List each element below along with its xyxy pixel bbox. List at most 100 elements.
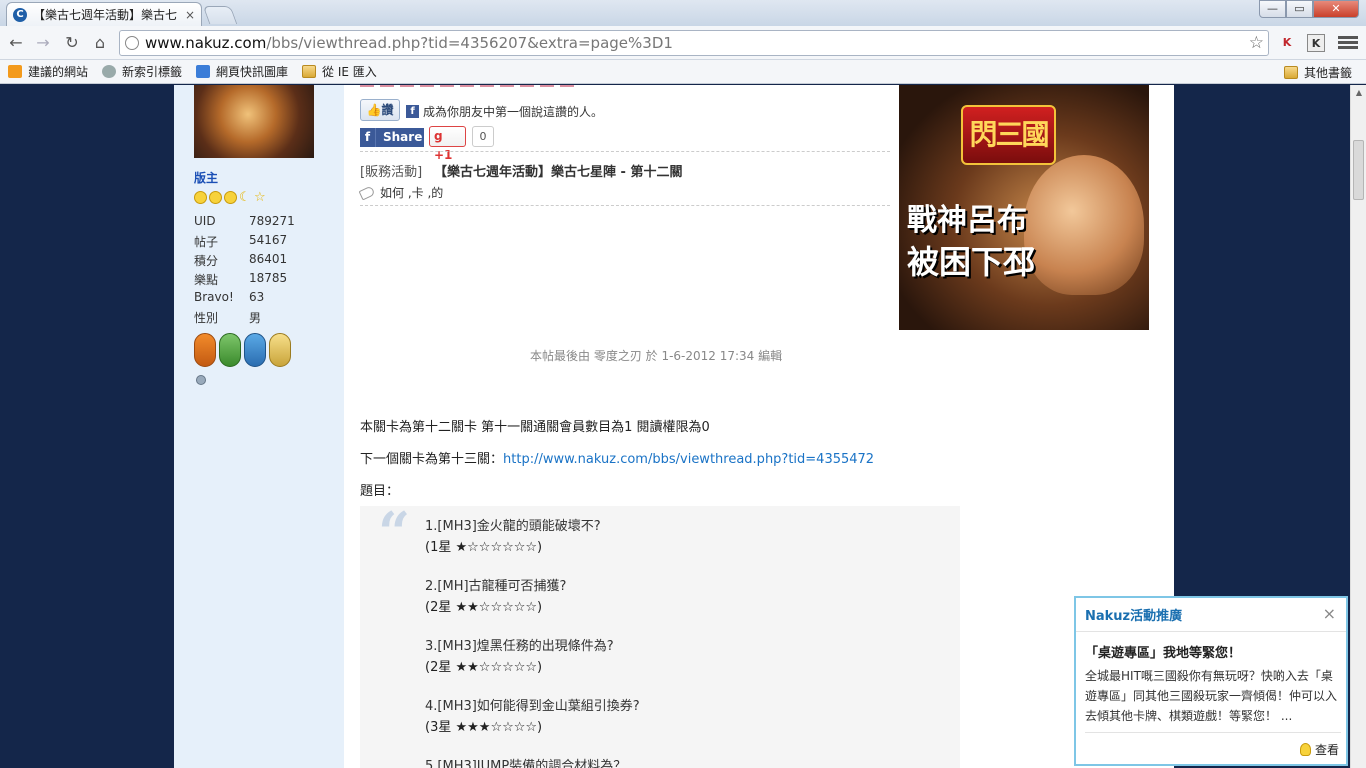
share-icon[interactable]	[540, 85, 554, 87]
popup-body: 全城最HIT嘅三國殺你有無玩呀？快啲入去「桌遊專區」同其他三國殺玩家一齊傾偈！仲…	[1085, 669, 1338, 723]
stat-value: 86401	[249, 252, 288, 266]
active-tab[interactable]: C 【樂古七週年活動】樂古七 ×	[6, 2, 202, 26]
medal-icon[interactable]	[269, 333, 291, 367]
bookmark-webslice[interactable]: 網頁快訊圖庫	[196, 63, 288, 80]
thread-title: 【樂古七週年活動】樂古七星陣 - 第十二關	[434, 165, 683, 180]
tab-close-icon[interactable]: ×	[185, 8, 195, 22]
stat-row: 性別 男	[194, 309, 295, 328]
question-text: 4.[MH3]如何能得到金山葉組引換券?	[425, 699, 640, 714]
share-icon[interactable]	[560, 85, 574, 87]
tag-icon	[358, 185, 376, 200]
stat-row: 積分 86401	[194, 252, 295, 271]
share-icons-strip	[360, 85, 890, 89]
stat-value: 18785	[249, 271, 288, 285]
browser-toolbar: ← → ↻ ⌂ www.nakuz.com/bbs/viewthread.php…	[0, 26, 1366, 60]
game-ad-banner[interactable]: 閃三國 戰神呂布 被困下邳	[899, 85, 1149, 330]
smiley-icon	[209, 191, 222, 204]
popup-title[interactable]: 「桌遊專區」我地等緊您！	[1085, 642, 1241, 661]
bookmark-suggested[interactable]: 建議的網站	[8, 63, 88, 80]
ad-headline-2: 被困下邳	[907, 243, 1036, 281]
stat-value: 男	[249, 311, 262, 325]
edit-note: 本帖最後由 零度之刃 於 1-6-2012 17:34 編輯	[530, 349, 783, 363]
forward-arrow-icon[interactable]: →	[32, 32, 54, 54]
avatar[interactable]	[194, 85, 314, 158]
reload-icon[interactable]: ↻	[61, 32, 83, 54]
tag-list[interactable]: 如何 ,卡 ,的	[380, 184, 443, 201]
kaspersky-extension-icon[interactable]: K	[1278, 34, 1296, 52]
question-difficulty: (2星 ★★☆☆☆☆☆)	[425, 600, 543, 615]
forum-content: 版主 ☾ ☆ UID 789271 帖子 54167 積分 86401 樂點 18785…	[174, 85, 1174, 768]
question-quote-block: “ 1.[MH3]金火龍的頭能破壞不? (1星 ★☆☆☆☆☆☆) 2.[MH]古龍…	[360, 500, 960, 768]
extension-k-icon[interactable]: K	[1307, 34, 1325, 52]
facebook-icon: f	[406, 105, 419, 118]
ad-logo: 閃三國	[961, 105, 1056, 165]
share-icon[interactable]	[440, 85, 454, 87]
thread-category[interactable]: [販務活動]	[360, 161, 422, 180]
tab-title: 【樂古七週年活動】樂古七	[33, 8, 178, 22]
scroll-up-arrow-icon[interactable]: ▲	[1351, 85, 1366, 101]
lightbulb-icon	[1299, 743, 1311, 756]
bookmark-label: 網頁快訊圖庫	[216, 65, 289, 79]
popup-close-icon[interactable]: ×	[1323, 604, 1336, 623]
wrench-menu-icon[interactable]	[1338, 34, 1358, 52]
page-scrollbar[interactable]: ▲	[1350, 85, 1366, 768]
facebook-share-button[interactable]: f Share	[360, 128, 424, 147]
bookmark-star-icon[interactable]: ☆	[1249, 33, 1264, 53]
share-icon[interactable]	[400, 85, 414, 87]
folder-icon	[1283, 66, 1298, 79]
smiley-icon	[194, 191, 207, 204]
share-icon[interactable]	[380, 85, 394, 87]
window-close-button[interactable]: ✕	[1313, 0, 1359, 18]
user-rank-title[interactable]: 版主	[194, 169, 218, 186]
popup-view-link[interactable]: 查看	[1299, 741, 1339, 758]
popup-footer: 查看	[1085, 732, 1341, 764]
bookmark-other[interactable]: 其他書籤	[1283, 64, 1352, 81]
maximize-button[interactable]: ▭	[1286, 0, 1313, 18]
medal-icon[interactable]	[244, 333, 266, 367]
medal-icon[interactable]	[219, 333, 241, 367]
new-tab-button[interactable]	[202, 6, 238, 24]
bookmark-label: 從 IE 匯入	[322, 65, 377, 79]
google-plus-one-button[interactable]: g +1	[429, 126, 466, 162]
ad-headline-1: 戰神呂布	[907, 203, 1027, 238]
stat-value: 789271	[249, 214, 295, 228]
medal-icon[interactable]	[194, 333, 216, 367]
question-text: 3.[MH3]煌黑任務的出現條件為?	[425, 639, 614, 654]
user-level-icons: ☾ ☆	[194, 191, 269, 204]
share-icon[interactable]	[420, 85, 434, 87]
facebook-like-button[interactable]: 👍讚	[360, 99, 400, 121]
user-medals	[194, 333, 294, 367]
share-icon[interactable]	[360, 85, 374, 87]
bookmark-label: 其他書籤	[1303, 66, 1352, 80]
next-level-label: 下一個關卡為第十三關：	[360, 452, 504, 467]
ad-character-image	[1024, 155, 1144, 295]
stat-key: 性別	[194, 311, 219, 325]
address-bar[interactable]: www.nakuz.com/bbs/viewthread.php?tid=435…	[119, 30, 1269, 56]
question-difficulty: (2星 ★★☆☆☆☆☆)	[425, 660, 543, 675]
question-item: 1.[MH3]金火龍的頭能破壞不? (1星 ★☆☆☆☆☆☆)	[425, 516, 601, 558]
share-icon[interactable]	[500, 85, 514, 87]
next-level-link[interactable]: http://www.nakuz.com/bbs/viewthread.php?…	[503, 452, 874, 467]
share-icon[interactable]	[460, 85, 474, 87]
scroll-thumb[interactable]	[1353, 140, 1364, 200]
question-item: 2.[MH]古龍種可否捕獲? (2星 ★★☆☆☆☆☆)	[425, 576, 566, 618]
bookmark-new-tab[interactable]: 新索引標籤	[102, 63, 182, 80]
stat-key: Bravo!	[194, 290, 234, 304]
back-arrow-icon[interactable]: ←	[5, 32, 27, 54]
bookmark-ie-import[interactable]: 從 IE 匯入	[302, 63, 377, 80]
plus-one-count: 0	[472, 126, 494, 147]
question-difficulty: (3星 ★★★☆☆☆☆)	[425, 720, 543, 735]
home-icon[interactable]: ⌂	[89, 32, 111, 54]
share-icon[interactable]	[480, 85, 494, 87]
user-stats: UID 789271 帖子 54167 積分 86401 樂點 18785 Bravo!…	[194, 214, 295, 328]
question-item: 5.[MH3]JUMP裝備的調合材料為？	[425, 756, 626, 768]
question-item: 4.[MH3]如何能得到金山葉組引換券? (3星 ★★★☆☆☆☆)	[425, 696, 640, 738]
suggested-sites-icon	[8, 65, 22, 78]
question-text: 2.[MH]古龍種可否捕獲?	[425, 579, 567, 594]
question-item: 3.[MH3]煌黑任務的出現條件為? (2星 ★★☆☆☆☆☆)	[425, 636, 614, 678]
like-description: 成為你朋友中第一個說這讚的人。	[423, 105, 604, 119]
share-icon[interactable]	[520, 85, 534, 87]
minimize-button[interactable]: —	[1259, 0, 1286, 18]
globe-icon	[102, 65, 117, 78]
stat-row: 帖子 54167	[194, 233, 295, 252]
